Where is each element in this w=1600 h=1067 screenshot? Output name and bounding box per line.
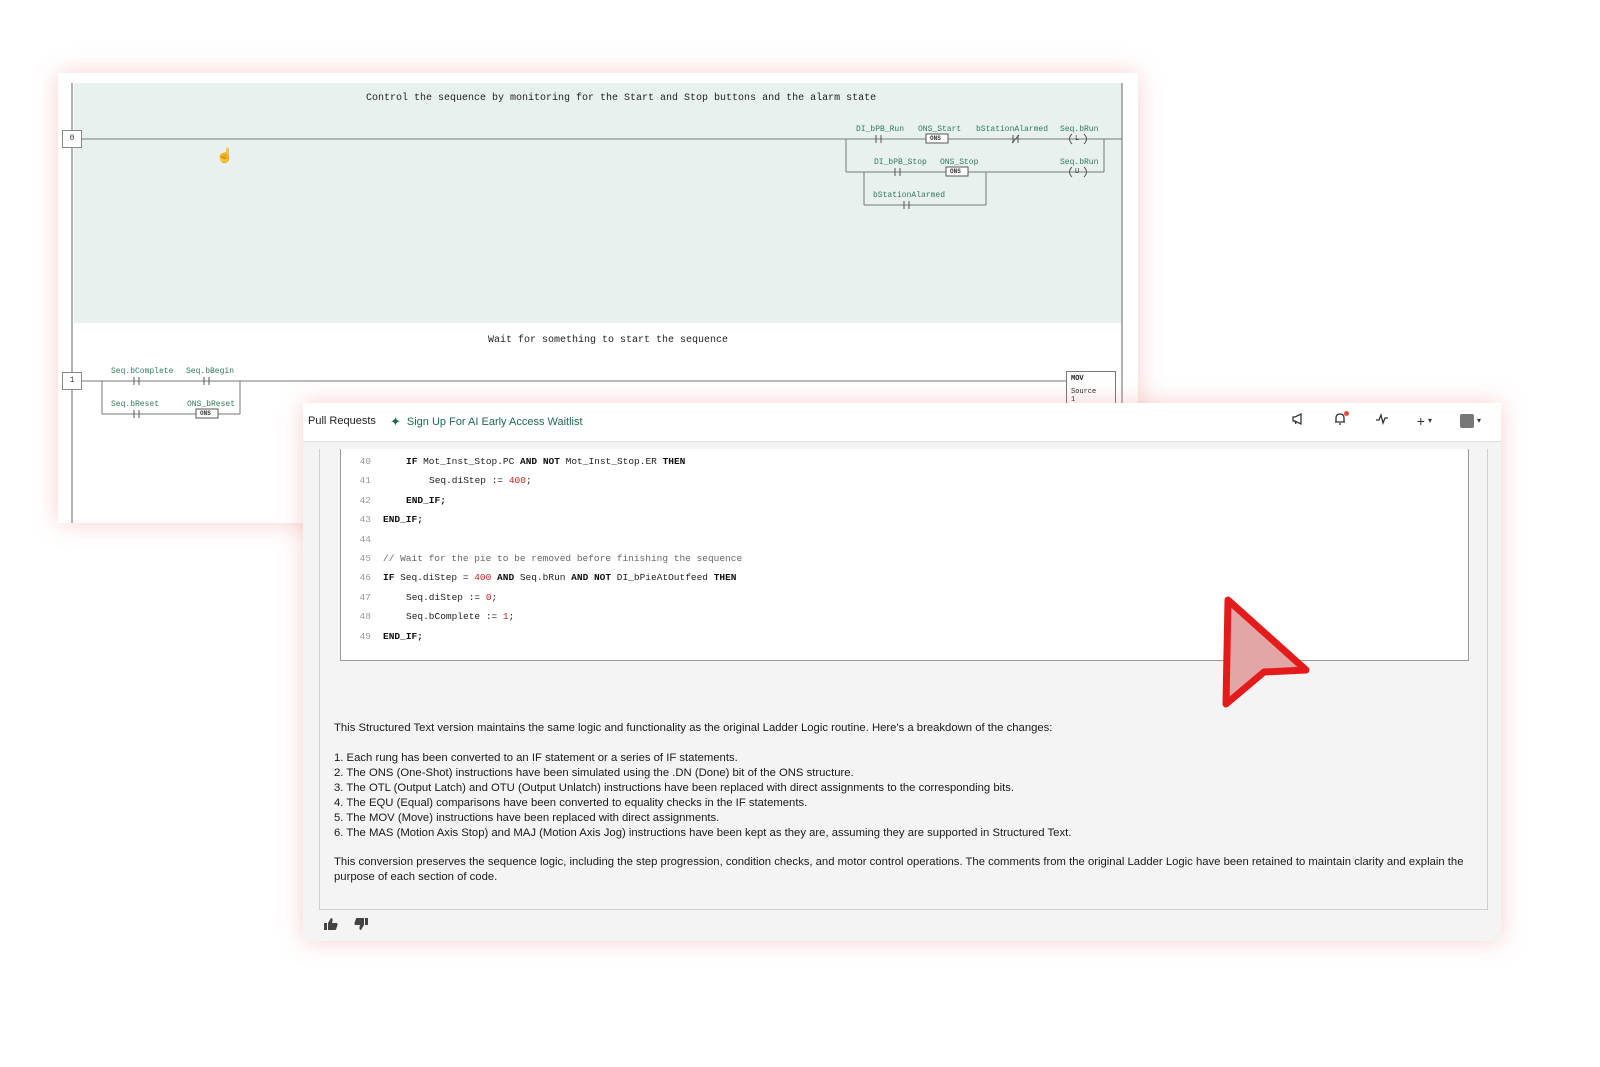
response-outro: This conversion preserves the sequence l… bbox=[334, 856, 1464, 883]
rung-0-comment: Control the sequence by monitoring for t… bbox=[366, 93, 877, 104]
list-item: 3. The OTL (Output Latch) and OTU (Outpu… bbox=[334, 782, 1015, 794]
megaphone-icon[interactable] bbox=[1291, 412, 1305, 429]
code-text: Seq.diStep := 0; bbox=[406, 591, 498, 603]
code-text: Seq.bComplete := 1; bbox=[406, 611, 515, 623]
ons-start-box-label: ONS bbox=[930, 135, 941, 142]
tag-bstation-alarmed[interactable]: bStationAlarmed bbox=[976, 125, 1048, 134]
tag-ons-breset[interactable]: ONS_bReset bbox=[187, 400, 235, 409]
tag-di-bpb-stop[interactable]: DI_bPB_Stop bbox=[874, 158, 927, 167]
latch-coil-label: L bbox=[1075, 135, 1080, 143]
notification-dot bbox=[1343, 411, 1349, 416]
sparkle-icon: ✦ bbox=[390, 414, 401, 429]
pull-requests-link[interactable]: Pull Requests bbox=[308, 415, 376, 427]
activity-icon[interactable] bbox=[1375, 412, 1389, 429]
line-number: 40 bbox=[359, 456, 371, 467]
top-icon-group: + ▾ ▾ bbox=[1291, 411, 1481, 429]
rung-1-number[interactable]: 1 bbox=[62, 372, 82, 390]
line-number: 43 bbox=[359, 514, 371, 526]
bell-icon[interactable] bbox=[1333, 411, 1349, 429]
list-item: 4. The EQU (Equal) comparisons have been… bbox=[334, 797, 808, 809]
list-item: 2. The ONS (One-Shot) instructions have … bbox=[334, 767, 854, 779]
code-text: END_IF; bbox=[406, 494, 446, 506]
line-number: 47 bbox=[359, 591, 371, 603]
chevron-down-icon: ▾ bbox=[1427, 416, 1432, 425]
plus-icon: + bbox=[1416, 412, 1425, 429]
line-number: 48 bbox=[359, 611, 371, 623]
list-item: 5. The MOV (Move) instructions have been… bbox=[334, 812, 720, 824]
tag-bstation-alarmed-branch[interactable]: bStationAlarmed bbox=[873, 191, 945, 200]
tag-seq-bbegin[interactable]: Seq.bBegin bbox=[186, 367, 234, 376]
code-text: IF Mot_Inst_Stop.PC AND NOT Mot_Inst_Sto… bbox=[406, 456, 686, 467]
hand-cursor-icon: ☝ bbox=[216, 147, 234, 163]
list-item: 1. Each rung has been converted to an IF… bbox=[334, 752, 738, 764]
tag-seq-bcomplete[interactable]: Seq.bComplete bbox=[111, 367, 173, 376]
ons-breset-box-label: ONS bbox=[200, 410, 211, 417]
line-number: 41 bbox=[359, 475, 371, 487]
list-item: 6. The MAS (Motion Axis Stop) and MAJ (M… bbox=[334, 827, 1072, 839]
line-number: 42 bbox=[359, 494, 371, 506]
user-menu[interactable]: ▾ bbox=[1459, 413, 1481, 428]
chevron-down-icon: ▾ bbox=[1476, 416, 1481, 425]
line-number: 49 bbox=[359, 630, 371, 642]
code-text: IF Seq.diStep = 400 AND Seq.bRun AND NOT… bbox=[383, 572, 737, 584]
code-text: Seq.diStep := 400; bbox=[429, 475, 532, 487]
red-pointer-arrow-icon bbox=[1222, 596, 1310, 708]
rung-1-comment: Wait for something to start the sequence bbox=[488, 335, 729, 346]
tag-ons-start[interactable]: ONS_Start bbox=[918, 125, 961, 134]
rung-0-number[interactable]: 0 bbox=[62, 130, 82, 148]
response-intro: This Structured Text version maintains t… bbox=[334, 722, 1053, 734]
code-text: // Wait for the pie to be removed before… bbox=[383, 553, 743, 564]
thumbs-up-icon[interactable] bbox=[323, 917, 339, 934]
thumbs-down-icon[interactable] bbox=[353, 917, 369, 934]
line-number: 45 bbox=[359, 553, 371, 564]
tag-seq-breset[interactable]: Seq.bReset bbox=[111, 400, 159, 409]
mov-source-label: Source bbox=[1071, 388, 1097, 396]
code-text: END_IF; bbox=[383, 514, 423, 526]
code-text: END_IF; bbox=[383, 630, 423, 642]
feedback-bar bbox=[323, 917, 369, 934]
top-navigation-bar: Pull Requests ✦ Sign Up For AI Early Acc… bbox=[303, 403, 1501, 442]
ai-chat-window: Pull Requests ✦ Sign Up For AI Early Acc… bbox=[303, 403, 1501, 941]
tag-seq-brun-latch[interactable]: Seq.bRun bbox=[1060, 125, 1098, 134]
line-number: 46 bbox=[359, 572, 371, 584]
plus-menu[interactable]: + ▾ bbox=[1417, 413, 1432, 429]
ai-waitlist-link[interactable]: ✦ Sign Up For AI Early Access Waitlist bbox=[390, 414, 583, 430]
ai-waitlist-label: Sign Up For AI Early Access Waitlist bbox=[406, 416, 583, 428]
tag-seq-brun-unlatch[interactable]: Seq.bRun bbox=[1060, 158, 1098, 167]
tag-di-bpb-run[interactable]: DI_bPB_Run bbox=[856, 125, 904, 134]
ons-stop-box-label: ONS bbox=[950, 168, 961, 175]
line-number: 44 bbox=[359, 533, 371, 545]
avatar-icon bbox=[1459, 413, 1474, 428]
unlatch-coil-label: U bbox=[1075, 168, 1080, 176]
response-list: 1. Each rung has been converted to an IF… bbox=[334, 751, 1484, 841]
tag-ons-stop[interactable]: ONS_Stop bbox=[940, 158, 978, 167]
mov-title: MOV bbox=[1071, 375, 1084, 383]
rung-0-highlight bbox=[74, 83, 1122, 323]
